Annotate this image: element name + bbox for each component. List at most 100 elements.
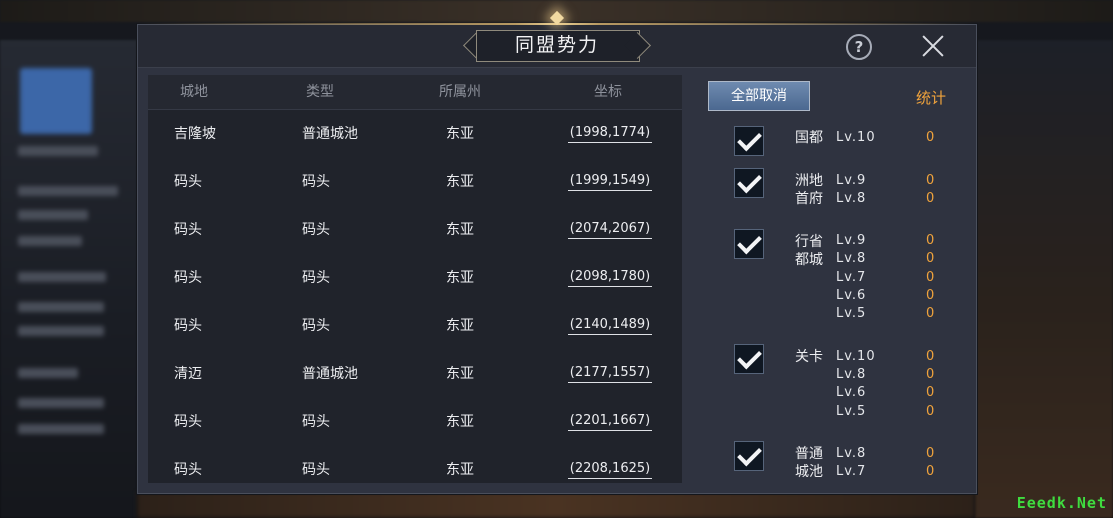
filter-panel: 全部取消 统计 国都 Lv.10 0 洲地首府 Lv.9 0 Lv.8 0 行省… [692,75,976,483]
background-text-blur [18,272,106,282]
table-row[interactable]: 码头 码头 东亚 (1999,1549) [148,158,682,206]
cell-type: 码头 [302,318,330,334]
cell-city: 码头 [174,318,202,334]
table-row[interactable]: 码头 码头 东亚 (2201,1667) [148,398,682,446]
cell-city: 清迈 [174,366,202,382]
cell-city: 码头 [174,174,202,190]
cell-type: 普通城池 [302,366,358,382]
level-label: Lv.6 [836,385,867,400]
level-label: Lv.9 [836,233,867,248]
level-label: Lv.8 [836,251,867,266]
level-label: Lv.8 [836,191,867,206]
coord-link[interactable]: (1999,1549) [567,173,653,191]
level-count: 0 [926,233,935,248]
background-avatar [20,68,92,134]
close-icon[interactable] [920,33,946,59]
cell-region: 东亚 [446,318,474,334]
level-label: Lv.8 [836,367,867,382]
cancel-all-button[interactable]: 全部取消 [708,81,810,111]
level-label: Lv.5 [836,404,867,419]
level-count: 0 [926,349,935,364]
level-count: 0 [926,270,935,285]
level-label: Lv.10 [836,349,876,364]
coord-link[interactable]: (1998,1774) [567,125,653,143]
cell-coord[interactable]: (2177,1557) [548,350,672,398]
cell-coord[interactable]: (1998,1774) [548,110,672,158]
table-row[interactable]: 码头 码头 东亚 (2140,1489) [148,302,682,350]
level-count: 0 [926,288,935,303]
level-count: 0 [926,385,935,400]
cell-coord[interactable]: (2140,1489) [548,302,672,350]
cell-type: 码头 [302,222,330,238]
background-text-blur [18,398,104,408]
level-count: 0 [926,191,935,206]
level-count: 0 [926,251,935,266]
column-header-region: 所属州 [439,84,481,100]
checkbox-province-capital[interactable] [734,229,764,259]
cell-coord[interactable]: (2074,2067) [548,206,672,254]
table-row[interactable]: 码头 码头 东亚 (2208,1625) [148,446,682,483]
table-row[interactable]: 吉隆坡 普通城池 东亚 (1998,1774) [148,110,682,158]
stats-label: 统计 [916,89,947,107]
cell-region: 东亚 [446,126,474,142]
category-label-pass: 关卡 [795,349,823,365]
checkbox-pass[interactable] [734,344,764,374]
coord-link[interactable]: (2098,1780) [567,269,653,287]
cell-city: 码头 [174,462,202,478]
background-text-blur [18,326,104,336]
background-text-blur [18,186,118,196]
level-label: Lv.8 [836,446,867,461]
background-right-panel [975,40,1113,518]
city-table: 城地 类型 所属州 坐标 吉隆坡 普通城池 东亚 (1998,1774) 码头 码头 东亚(… [148,75,682,483]
background-left-panel [0,40,137,518]
column-header-type: 类型 [306,84,334,100]
cell-region: 东亚 [446,174,474,190]
table-row[interactable]: 码头 码头 东亚 (2098,1780) [148,254,682,302]
level-count: 0 [926,130,935,145]
coord-link[interactable]: (2074,2067) [567,221,653,239]
background-text-blur [18,424,104,434]
cell-city: 码头 [174,270,202,286]
table-header: 城地 类型 所属州 坐标 [148,75,682,110]
checkbox-continent-capital[interactable] [734,168,764,198]
level-label: Lv.9 [836,173,867,188]
table-row[interactable]: 码头 码头 东亚 (2074,2067) [148,206,682,254]
dialog-title: 同盟势力 [514,34,599,56]
cell-region: 东亚 [446,222,474,238]
level-label: Lv.6 [836,288,867,303]
level-label: Lv.10 [836,130,876,145]
cell-coord[interactable]: (2201,1667) [548,398,672,446]
level-label: Lv.7 [836,464,867,479]
cell-coord[interactable]: (2098,1780) [548,254,672,302]
cell-type: 码头 [302,462,330,478]
checkbox-capital[interactable] [734,126,764,156]
cell-type: 码头 [302,174,330,190]
background-bottom-strip [137,492,975,518]
background-text-blur [18,210,88,220]
dialog-header: 同盟势力 ? [138,10,976,68]
cell-city: 吉隆坡 [174,126,216,142]
coord-link[interactable]: (2140,1489) [567,317,653,335]
cell-coord[interactable]: (2208,1625) [548,446,672,483]
cell-coord[interactable]: (1999,1549) [548,158,672,206]
level-count: 0 [926,173,935,188]
help-icon[interactable]: ? [846,34,872,60]
table-row[interactable]: 清迈 普通城池 东亚 (2177,1557) [148,350,682,398]
category-label-continent-capital: 洲地首府 [795,173,823,207]
level-label: Lv.5 [836,306,867,321]
cell-region: 东亚 [446,366,474,382]
cell-region: 东亚 [446,414,474,430]
level-count: 0 [926,306,935,321]
cell-type: 码头 [302,270,330,286]
coord-link[interactable]: (2177,1557) [567,365,653,383]
title-plate: 同盟势力 [462,30,652,62]
category-label-province-capital: 行省都城 [795,234,823,268]
coord-link[interactable]: (2201,1667) [567,413,653,431]
cell-region: 东亚 [446,270,474,286]
column-header-city: 城地 [180,84,208,100]
level-count: 0 [926,464,935,479]
cell-city: 码头 [174,414,202,430]
coord-link[interactable]: (2208,1625) [567,461,653,479]
alliance-power-dialog: 同盟势力 ? 城地 类型 所属州 坐标 吉隆坡 普通城池 东亚 (1998,1774)… [137,10,977,494]
checkbox-normal-city[interactable] [734,441,764,471]
